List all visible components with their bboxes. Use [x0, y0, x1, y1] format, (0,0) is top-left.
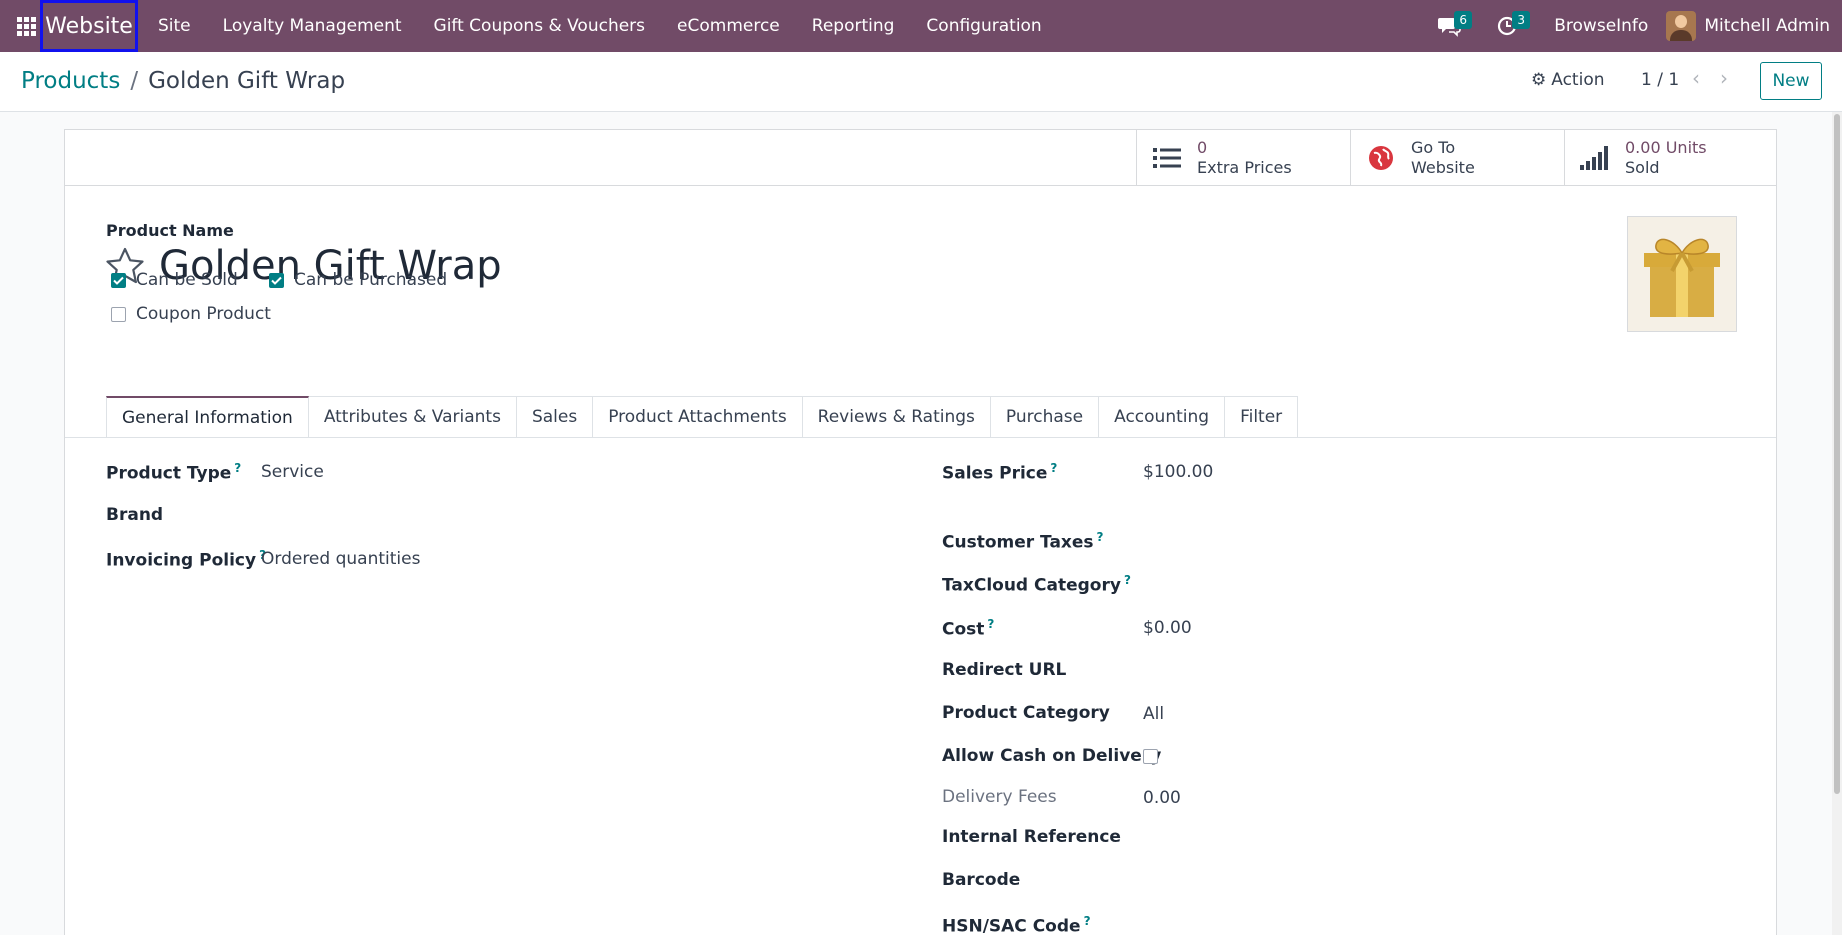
menu-reporting[interactable]: Reporting — [796, 16, 911, 36]
activities-badge: 3 — [1512, 11, 1531, 29]
gear-icon: ⚙ — [1531, 70, 1547, 90]
extra-prices-button[interactable]: 0 Extra Prices — [1136, 130, 1350, 186]
allow-cod-label: Allow Cash on Delivery — [942, 746, 1162, 766]
notebook-tabs: General Information Attributes & Variant… — [106, 396, 1299, 438]
tab-product-attachments[interactable]: Product Attachments — [593, 396, 803, 438]
redirect-url-label: Redirect URL — [942, 660, 1067, 680]
extra-prices-label: Extra Prices — [1197, 158, 1292, 177]
product-type-value[interactable]: Service — [261, 462, 324, 482]
coupon-product-label: Coupon Product — [136, 304, 271, 324]
pager-previous-icon[interactable]: ‹ — [1686, 66, 1706, 90]
go-to-website-button[interactable]: Go To Website — [1350, 130, 1564, 186]
scrollbar-thumb[interactable] — [1834, 114, 1840, 794]
breadcrumb-separator: / — [130, 68, 139, 94]
product-image[interactable] — [1627, 216, 1737, 332]
signal-icon — [1565, 146, 1625, 170]
help-tooltip-icon[interactable]: ? — [1084, 914, 1091, 928]
control-panel: Products / Golden Gift Wrap ⚙ Action 1 /… — [0, 52, 1842, 112]
go-to-website-value: Go To — [1411, 138, 1456, 157]
avatar — [1666, 11, 1697, 41]
page-scrollbar[interactable] — [1832, 112, 1842, 935]
activities-button[interactable]: 3 — [1478, 0, 1536, 52]
menu-configuration[interactable]: Configuration — [910, 16, 1057, 36]
invoicing-policy-label: Invoicing Policy? — [106, 548, 267, 571]
units-sold-value: 0.00 Units — [1625, 138, 1707, 157]
invoicing-policy-value[interactable]: Ordered quantities — [261, 549, 420, 569]
help-tooltip-icon[interactable]: ? — [1097, 530, 1104, 544]
tab-attributes-variants[interactable]: Attributes & Variants — [308, 396, 517, 438]
tab-sales[interactable]: Sales — [516, 396, 594, 438]
action-menu-button[interactable]: ⚙ Action — [1531, 70, 1605, 90]
menu-gift-coupons[interactable]: Gift Coupons & Vouchers — [418, 16, 662, 36]
tab-filter[interactable]: Filter — [1225, 396, 1299, 438]
product-category-label: Product Category — [942, 703, 1110, 723]
hsn-sac-code-label: HSN/SAC Code? — [942, 914, 1091, 935]
delivery-fees-value[interactable]: 0.00 — [1143, 788, 1181, 808]
breadcrumb-current: Golden Gift Wrap — [148, 68, 346, 94]
help-tooltip-icon[interactable]: ? — [234, 461, 241, 475]
gift-box-icon — [1644, 238, 1720, 317]
taxcloud-category-label: TaxCloud Category? — [942, 573, 1131, 596]
action-label: Action — [1551, 70, 1605, 90]
tab-purchase[interactable]: Purchase — [990, 396, 1100, 438]
smart-button-box: 0 Extra Prices Go To Website 0.00 Units … — [65, 130, 1776, 186]
menu-loyalty-management[interactable]: Loyalty Management — [207, 16, 418, 36]
tab-reviews-ratings[interactable]: Reviews & Ratings — [802, 396, 991, 438]
cost-label: Cost? — [942, 617, 995, 640]
user-menu[interactable]: Mitchell Admin — [1666, 11, 1842, 41]
messages-button[interactable]: 6 — [1420, 0, 1478, 52]
go-to-website-label: Website — [1411, 158, 1475, 177]
can-be-purchased-checkbox[interactable]: Can be Purchased — [269, 270, 447, 290]
barcode-label: Barcode — [942, 870, 1021, 890]
can-be-sold-checkbox[interactable]: Can be Sold — [111, 270, 238, 290]
globe-icon — [1351, 145, 1411, 171]
tab-general-information[interactable]: General Information — [106, 396, 309, 438]
tabs-divider — [65, 437, 1776, 438]
new-button[interactable]: New — [1760, 62, 1822, 100]
pager-value[interactable]: 1 / 1 — [1641, 70, 1679, 90]
sales-price-value[interactable]: $100.00 — [1143, 462, 1213, 482]
breadcrumb: Products / Golden Gift Wrap — [21, 68, 345, 94]
can-be-sold-label: Can be Sold — [136, 270, 238, 290]
menu-site[interactable]: Site — [142, 16, 207, 36]
top-navbar: Website Site Loyalty Management Gift Cou… — [0, 0, 1842, 52]
sales-price-label: Sales Price? — [942, 461, 1058, 484]
can-be-purchased-label: Can be Purchased — [294, 270, 448, 290]
checkbox-checked-icon — [111, 272, 126, 288]
product-category-value[interactable]: All — [1143, 704, 1164, 724]
allow-cod-checkbox[interactable] — [1143, 749, 1158, 764]
customer-taxes-label: Customer Taxes? — [942, 530, 1104, 553]
delivery-fees-label: Delivery Fees — [942, 787, 1057, 807]
product-type-label: Product Type? — [106, 461, 242, 484]
menu-ecommerce[interactable]: eCommerce — [661, 16, 796, 36]
company-switcher[interactable]: BrowseInfo — [1536, 16, 1666, 36]
extra-prices-value: 0 — [1197, 138, 1208, 157]
help-tooltip-icon[interactable]: ? — [987, 617, 994, 631]
help-tooltip-icon[interactable]: ? — [1050, 461, 1057, 475]
user-name: Mitchell Admin — [1704, 16, 1830, 36]
main-menu: Site Loyalty Management Gift Coupons & V… — [142, 16, 1058, 36]
messages-badge: 6 — [1454, 11, 1473, 29]
brand-label: Brand — [106, 505, 164, 525]
cost-value[interactable]: $0.00 — [1143, 618, 1192, 638]
internal-reference-label: Internal Reference — [942, 827, 1121, 847]
checkbox-unchecked-icon — [111, 306, 126, 322]
checkbox-checked-icon — [269, 272, 284, 288]
app-brand-website[interactable]: Website — [40, 0, 138, 52]
units-sold-label: Sold — [1625, 158, 1660, 177]
pager-next-icon[interactable]: › — [1714, 66, 1734, 90]
form-sheet: 0 Extra Prices Go To Website 0.00 Units … — [64, 129, 1777, 935]
coupon-product-checkbox[interactable]: Coupon Product — [111, 304, 271, 324]
units-sold-button[interactable]: 0.00 Units Sold — [1564, 130, 1776, 186]
breadcrumb-products-link[interactable]: Products — [21, 68, 120, 94]
help-tooltip-icon[interactable]: ? — [1124, 573, 1131, 587]
product-name-label: Product Name — [106, 221, 234, 240]
navbar-systray: 6 3 BrowseInfo Mitchell Admin — [1420, 0, 1842, 52]
list-icon — [1137, 147, 1197, 169]
tab-accounting[interactable]: Accounting — [1099, 396, 1226, 438]
